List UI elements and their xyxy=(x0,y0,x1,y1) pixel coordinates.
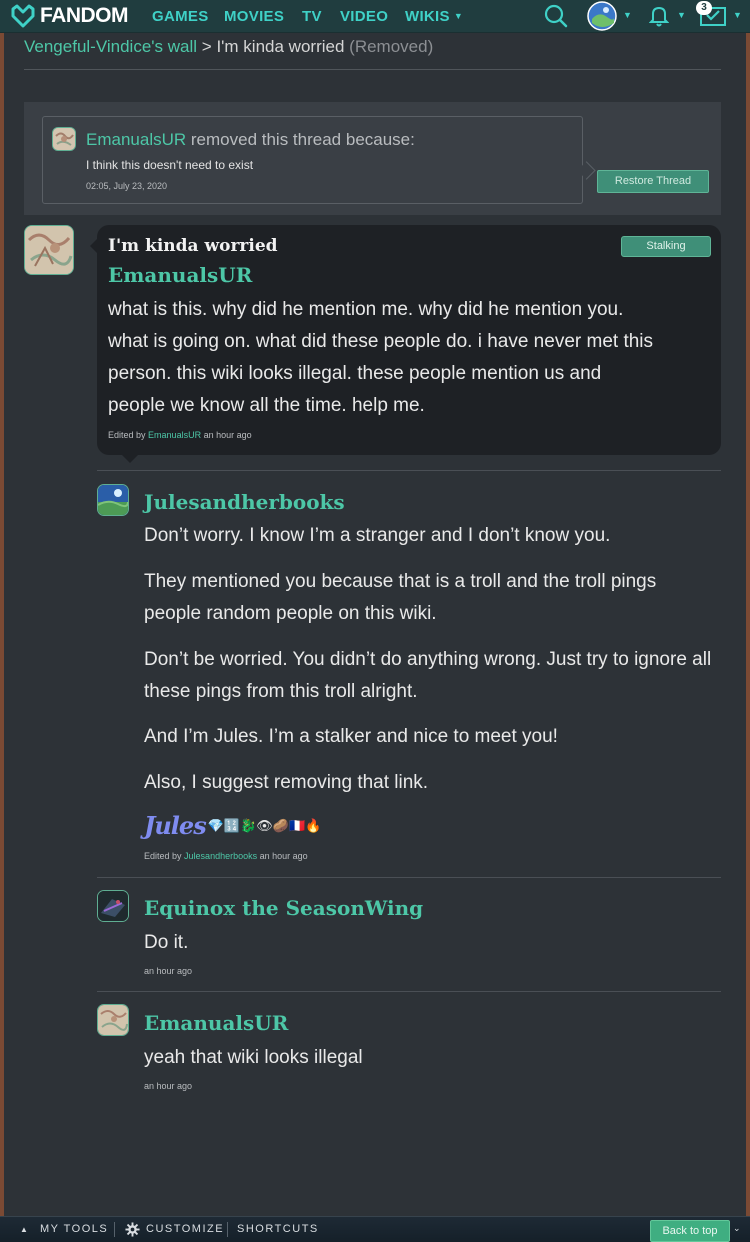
reply-paragraph: Do it. xyxy=(144,932,189,953)
removed-notice-box: EmanualsUR removed this thread because: … xyxy=(42,116,583,204)
gear-icon[interactable] xyxy=(125,1222,140,1237)
reply-paragraph: Also, I suggest removing that link. xyxy=(144,772,429,793)
signature-emoji: 💎🔢🐉👁🥔🇫🇷🔥 xyxy=(207,817,322,833)
nav-tv[interactable]: TV xyxy=(302,8,322,25)
reply-paragraph: Don’t worry. I know I’m a stranger and I… xyxy=(144,525,611,546)
reply-paragraph: Don’t be worried. You didn’t do anything… xyxy=(144,649,712,702)
divider xyxy=(97,877,721,878)
removed-notice-panel: EmanualsUR removed this thread because: … xyxy=(24,102,721,215)
thread-title: I'm kinda worried xyxy=(108,236,278,256)
reply-avatar[interactable] xyxy=(97,890,129,922)
bell-icon[interactable] xyxy=(649,5,669,27)
nav-wikis-label: WIKIS xyxy=(405,8,450,25)
brand-name: FANDOM xyxy=(40,4,129,27)
avatar-image xyxy=(25,226,73,274)
edited-time[interactable]: an hour ago xyxy=(260,851,308,861)
double-chevron-down-icon[interactable]: ⌄ xyxy=(733,1223,741,1234)
toolbar-divider xyxy=(114,1222,115,1237)
reply-timestamp[interactable]: an hour ago xyxy=(144,966,192,976)
edited-prefix: Edited by xyxy=(108,430,146,440)
notification-badge: 3 xyxy=(696,1,712,15)
removed-by-user[interactable]: EmanualsUR xyxy=(86,130,186,149)
breadcrumb-wall-link[interactable]: Vengeful-Vindice's wall xyxy=(24,37,197,56)
user-avatar-icon[interactable] xyxy=(587,1,617,31)
edited-prefix: Edited by xyxy=(144,851,182,861)
shortcuts-button[interactable]: SHORTCUTS xyxy=(237,1223,319,1235)
edited-by-user[interactable]: EmanualsUR xyxy=(148,430,201,440)
reply-author-name[interactable]: EmanualsUR xyxy=(144,1011,288,1035)
replies-pointer xyxy=(122,455,138,463)
divider xyxy=(24,69,721,70)
thread-author-name[interactable]: EmanualsUR xyxy=(108,263,252,287)
reply-author-name[interactable]: Julesandherbooks xyxy=(144,490,345,514)
reply-paragraph: yeah that wiki looks illegal xyxy=(144,1047,363,1068)
chevron-down-icon: ▼ xyxy=(453,11,464,21)
thread-author-avatar[interactable] xyxy=(24,225,74,275)
reply-edited-info: Edited by Julesandherbooks an hour ago xyxy=(144,851,308,861)
nav-games[interactable]: GAMES xyxy=(152,8,209,25)
avatar-image xyxy=(98,485,128,515)
breadcrumb-thread-title: I'm kinda worried xyxy=(216,37,345,56)
reply-paragraph: They mentioned you because that is a tro… xyxy=(144,571,657,624)
avatar-image xyxy=(98,891,128,921)
thread-body-line: person. this wiki looks illegal. these p… xyxy=(108,363,602,384)
breadcrumb-status: (Removed) xyxy=(349,37,434,56)
edited-time[interactable]: an hour ago xyxy=(204,430,252,440)
toolbar-divider xyxy=(227,1222,228,1237)
thread-message: I'm kinda worried Stalking EmanualsUR wh… xyxy=(97,225,721,455)
chevron-down-icon[interactable]: ▼ xyxy=(733,10,742,20)
reply-timestamp[interactable]: an hour ago xyxy=(144,1081,192,1091)
avatar-image xyxy=(98,1005,128,1035)
chevron-up-icon[interactable]: ▲ xyxy=(20,1225,29,1234)
divider xyxy=(97,991,721,992)
breadcrumb: Vengeful-Vindice's wall > I'm kinda worr… xyxy=(24,37,433,57)
thread-edited-info: Edited by EmanualsUR an hour ago xyxy=(108,430,252,440)
removed-date: 02:05, July 23, 2020 xyxy=(86,181,168,191)
removed-reason: I think this doesn't need to exist xyxy=(86,158,254,172)
chevron-down-icon[interactable]: ▼ xyxy=(623,10,632,20)
reply-paragraph: And I’m Jules. I’m a stalker and nice to… xyxy=(144,726,558,747)
thread-body: what is this. why did he mention me. why… xyxy=(108,294,708,422)
thread-body-line: what is going on. what did these people … xyxy=(108,331,654,352)
my-tools-menu[interactable]: MY TOOLS xyxy=(40,1223,108,1235)
reply-author-name[interactable]: Equinox the SeasonWing xyxy=(144,896,423,920)
back-to-top-button[interactable]: Back to top xyxy=(650,1220,730,1242)
reply-avatar[interactable] xyxy=(97,484,129,516)
fandom-heart-icon xyxy=(11,4,35,28)
reply-avatar[interactable] xyxy=(97,1004,129,1036)
signature-name: Jules xyxy=(144,811,207,840)
customize-button[interactable]: CUSTOMIZE xyxy=(146,1223,224,1235)
nav-wikis[interactable]: WIKIS ▼ xyxy=(405,8,463,25)
user-signature[interactable]: Jules 💎🔢🐉👁🥔🇫🇷🔥 xyxy=(144,811,321,840)
stalking-button[interactable]: Stalking xyxy=(621,236,711,257)
search-icon[interactable] xyxy=(544,4,568,28)
thread-body-line: people we know all the time. help me. xyxy=(108,395,425,416)
removed-notice-heading: EmanualsUR removed this thread because: xyxy=(86,130,415,150)
removed-notice-text: removed this thread because: xyxy=(190,130,415,149)
chevron-down-icon[interactable]: ▼ xyxy=(677,10,686,20)
avatar-image xyxy=(53,128,75,150)
nav-movies[interactable]: MOVIES xyxy=(224,8,284,25)
global-navigation: FANDOM GAMES MOVIES TV VIDEO WIKIS ▼ ▼ ▼ … xyxy=(0,0,750,33)
restore-thread-button[interactable]: Restore Thread xyxy=(597,170,709,193)
edited-by-user[interactable]: Julesandherbooks xyxy=(184,851,257,861)
thread-body-line: what is this. why did he mention me. why… xyxy=(108,299,624,320)
bottom-toolbar: ▲ MY TOOLS CUSTOMIZE SHORTCUTS Back to t… xyxy=(0,1216,750,1242)
nav-video[interactable]: VIDEO xyxy=(340,8,388,25)
divider xyxy=(97,470,721,471)
fandom-logo[interactable]: FANDOM xyxy=(10,3,129,29)
breadcrumb-separator: > xyxy=(201,37,212,56)
avatar[interactable] xyxy=(52,127,76,151)
